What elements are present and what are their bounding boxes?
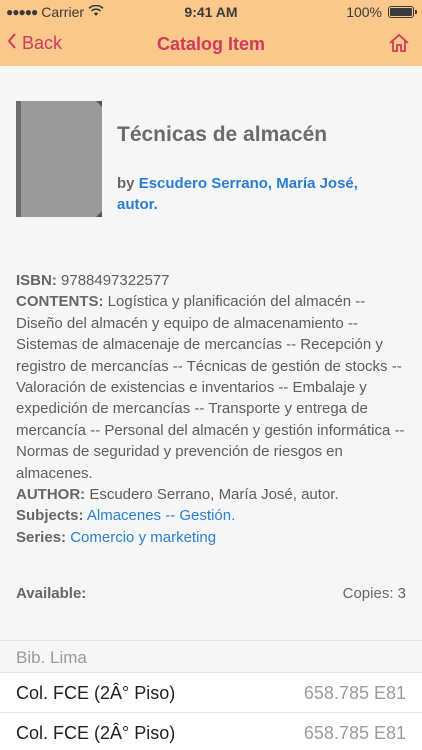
item-byline: by Escudero Serrano, María José, autor. xyxy=(117,173,397,215)
copies-count: Copies: 3 xyxy=(342,585,406,602)
subjects-line: Subjects: Almacenes -- Gestión. xyxy=(16,505,411,526)
holdings-list: Bib. Lima Col. FCE (2Â° Piso) 658.785 E8… xyxy=(0,640,422,750)
home-button[interactable] xyxy=(388,32,410,59)
series-line: Series: Comercio y marketing xyxy=(16,527,411,548)
by-prefix: by xyxy=(117,175,135,192)
location-header: Bib. Lima xyxy=(0,641,422,673)
page-title: Catalog Item xyxy=(156,34,266,54)
holding-row[interactable]: Col. FCE (2Â° Piso) 658.785 E81 xyxy=(0,713,422,750)
contents-value: Logística y planificación del almacén --… xyxy=(16,293,405,482)
navigation-bar: Back Catalog Item xyxy=(0,24,422,66)
isbn-value: 9788497322577 xyxy=(61,272,170,289)
battery-icon xyxy=(388,6,417,18)
subjects-label: Subjects: xyxy=(16,507,84,525)
book-cover-image xyxy=(16,101,102,217)
item-title: Técnicas de almacén xyxy=(117,123,328,146)
home-icon xyxy=(388,33,410,58)
holding-collection: Col. FCE (2Â° Piso) xyxy=(16,723,176,743)
availability-row: Available: Copies: 3 xyxy=(16,585,406,602)
isbn-label: ISBN: xyxy=(16,272,57,289)
holding-call-number: 658.785 E81 xyxy=(303,683,406,703)
subjects-link[interactable]: Almacenes -- Gestión. xyxy=(87,507,235,524)
author-label: AUTHOR: xyxy=(16,486,86,504)
author-value: Escudero Serrano, María José, autor. xyxy=(89,486,339,504)
item-details: ISBN: 9788497322577 CONTENTS: Logística … xyxy=(16,270,411,548)
contents-line: CONTENTS: Logística y planificación del … xyxy=(16,291,411,484)
series-label: Series: xyxy=(16,528,67,546)
series-link[interactable]: Comercio y marketing xyxy=(70,529,216,546)
author-line: AUTHOR: Escudero Serrano, María José, au… xyxy=(16,484,411,505)
holding-call-number: 658.785 E81 xyxy=(303,723,406,743)
author-link[interactable]: Escudero Serrano, María José, autor. xyxy=(117,175,358,213)
battery-percent: 100% xyxy=(346,4,382,20)
contents-label: CONTENTS: xyxy=(16,293,104,311)
holding-row[interactable]: Col. FCE (2Â° Piso) 658.785 E81 xyxy=(0,673,422,713)
holding-collection: Col. FCE (2Â° Piso) xyxy=(16,683,176,703)
status-bar: ●●●●● Carrier 9:41 AM 100% xyxy=(0,0,422,24)
available-label: Available: xyxy=(16,585,87,602)
isbn-line: ISBN: 9788497322577 xyxy=(16,270,411,291)
header-bar: ●●●●● Carrier 9:41 AM 100% Back Catalog … xyxy=(0,0,422,66)
